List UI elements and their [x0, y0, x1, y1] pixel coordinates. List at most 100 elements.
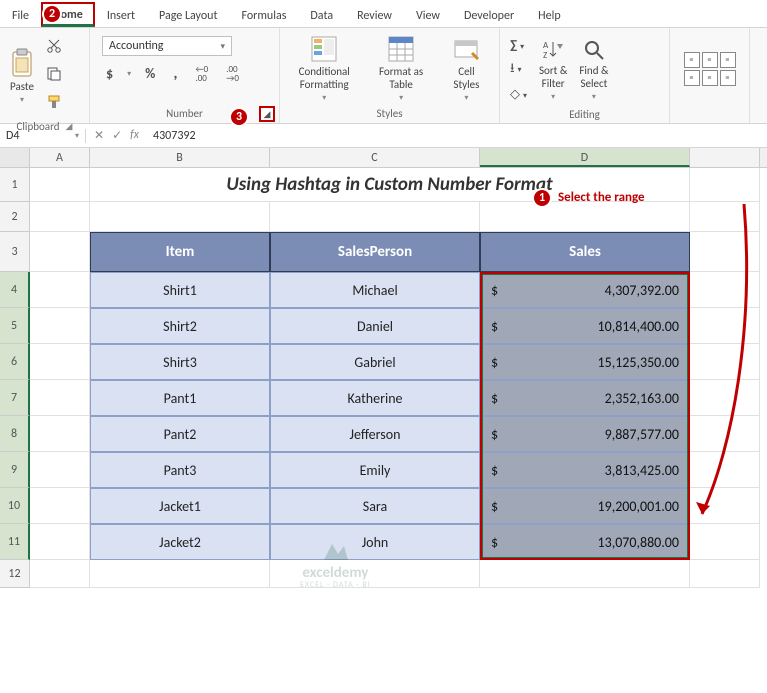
decrease-decimal-button[interactable]: .00→0: [222, 63, 243, 85]
cell-item[interactable]: Jacket2: [90, 524, 270, 560]
cell-sales[interactable]: $10,814,400.00: [480, 308, 690, 344]
alignment-buttons[interactable]: ≡ ≡ ≡ ≡ ≡ ≡: [684, 52, 736, 86]
row-header-9[interactable]: 9: [0, 452, 30, 488]
tab-review[interactable]: Review: [345, 4, 404, 27]
copy-button[interactable]: [42, 64, 66, 88]
cell-item[interactable]: Shirt3: [90, 344, 270, 380]
row-header-1[interactable]: 1: [0, 168, 30, 202]
cell-item[interactable]: Pant1: [90, 380, 270, 416]
cell-item[interactable]: Jacket1: [90, 488, 270, 524]
row-header-10[interactable]: 10: [0, 488, 30, 524]
cell-styles-button[interactable]: Cell Styles ▾: [446, 32, 486, 105]
cell-sales[interactable]: $9,887,577.00: [480, 416, 690, 452]
row-header-2[interactable]: 2: [0, 202, 30, 232]
row-header-3[interactable]: 3: [0, 232, 30, 272]
number-dialog-launcher[interactable]: ◢: [259, 106, 275, 122]
tab-data[interactable]: Data: [298, 4, 345, 27]
worksheet-grid[interactable]: A B C D 1 Using Hashtag in Custom Number…: [0, 148, 767, 588]
cell-salesperson[interactable]: Sara: [270, 488, 480, 524]
cell-d2[interactable]: [480, 202, 690, 232]
align-left-icon[interactable]: ≡: [684, 70, 700, 86]
tab-page-layout[interactable]: Page Layout: [147, 4, 229, 27]
cell-c2[interactable]: [270, 202, 480, 232]
cell-item[interactable]: Shirt1: [90, 272, 270, 308]
find-select-button[interactable]: Find & Select ▾: [573, 32, 614, 108]
cell-item[interactable]: Pant3: [90, 452, 270, 488]
cell-e1[interactable]: [690, 168, 760, 202]
cell-a11[interactable]: [30, 524, 90, 560]
number-format-dropdown[interactable]: Accounting ▾: [102, 36, 232, 56]
col-header-c[interactable]: C: [270, 148, 480, 167]
increase-decimal-button[interactable]: ←0.00: [191, 63, 212, 85]
cell-salesperson[interactable]: Katherine: [270, 380, 480, 416]
cell-e10[interactable]: [690, 488, 760, 524]
row-header-8[interactable]: 8: [0, 416, 30, 452]
col-header-d[interactable]: D: [480, 148, 690, 167]
cell-d12[interactable]: [480, 560, 690, 588]
row-header-7[interactable]: 7: [0, 380, 30, 416]
cut-button[interactable]: [42, 36, 66, 60]
cell-e7[interactable]: [690, 380, 760, 416]
cell-b12[interactable]: [90, 560, 270, 588]
enter-icon[interactable]: ✓: [112, 128, 122, 143]
cell-sales[interactable]: $4,307,392.00: [480, 272, 690, 308]
sort-filter-button[interactable]: AZ Sort & Filter ▾: [533, 32, 573, 108]
align-center-icon[interactable]: ≡: [702, 70, 718, 86]
cell-a1[interactable]: [30, 168, 90, 202]
fill-button[interactable]: ⭳ ▾: [506, 57, 531, 83]
cell-sales[interactable]: $15,125,350.00: [480, 344, 690, 380]
cell-salesperson[interactable]: Emily: [270, 452, 480, 488]
cell-a5[interactable]: [30, 308, 90, 344]
cell-e6[interactable]: [690, 344, 760, 380]
row-header-6[interactable]: 6: [0, 344, 30, 380]
format-as-table-button[interactable]: Format as Table ▾: [373, 32, 429, 105]
row-header-11[interactable]: 11: [0, 524, 30, 560]
tab-help[interactable]: Help: [526, 4, 573, 27]
cell-salesperson[interactable]: Jefferson: [270, 416, 480, 452]
header-sales[interactable]: Sales: [480, 232, 690, 272]
tab-file[interactable]: File: [0, 4, 41, 27]
cell-e3[interactable]: [690, 232, 760, 272]
name-box[interactable]: D4 ▾: [0, 129, 86, 143]
cell-salesperson[interactable]: Daniel: [270, 308, 480, 344]
cell-a4[interactable]: [30, 272, 90, 308]
paste-button[interactable]: Paste ▾: [4, 32, 40, 120]
cell-e2[interactable]: [690, 202, 760, 232]
cell-b2[interactable]: [90, 202, 270, 232]
cell-e11[interactable]: [690, 524, 760, 560]
col-header-e[interactable]: [690, 148, 760, 167]
cell-salesperson[interactable]: Michael: [270, 272, 480, 308]
row-header-12[interactable]: 12: [0, 560, 30, 588]
cell-a6[interactable]: [30, 344, 90, 380]
align-top-center-icon[interactable]: ≡: [702, 52, 718, 68]
col-header-b[interactable]: B: [90, 148, 270, 167]
currency-button[interactable]: $: [102, 63, 117, 84]
cell-a3[interactable]: [30, 232, 90, 272]
cell-a10[interactable]: [30, 488, 90, 524]
row-header-4[interactable]: 4: [0, 272, 30, 308]
cell-a7[interactable]: [30, 380, 90, 416]
tab-developer[interactable]: Developer: [452, 4, 526, 27]
align-top-left-icon[interactable]: ≡: [684, 52, 700, 68]
comma-button[interactable]: ,: [169, 62, 181, 85]
align-right-icon[interactable]: ≡: [720, 70, 736, 86]
tab-insert[interactable]: Insert: [95, 4, 147, 27]
cell-e12[interactable]: [690, 560, 760, 588]
cell-e5[interactable]: [690, 308, 760, 344]
align-top-right-icon[interactable]: ≡: [720, 52, 736, 68]
cell-a2[interactable]: [30, 202, 90, 232]
clear-button[interactable]: ◇ ▾: [506, 85, 531, 104]
cell-e9[interactable]: [690, 452, 760, 488]
cell-salesperson[interactable]: Gabriel: [270, 344, 480, 380]
cell-a9[interactable]: [30, 452, 90, 488]
header-item[interactable]: Item: [90, 232, 270, 272]
cell-sales[interactable]: $13,070,880.00: [480, 524, 690, 560]
row-header-5[interactable]: 5: [0, 308, 30, 344]
percent-button[interactable]: %: [141, 63, 159, 84]
cell-a8[interactable]: [30, 416, 90, 452]
conditional-formatting-button[interactable]: Conditional Formatting ▾: [293, 32, 356, 105]
header-salesperson[interactable]: SalesPerson: [270, 232, 480, 272]
formula-input[interactable]: 4307392: [147, 129, 196, 143]
cell-e4[interactable]: [690, 272, 760, 308]
select-all-corner[interactable]: [0, 148, 30, 167]
